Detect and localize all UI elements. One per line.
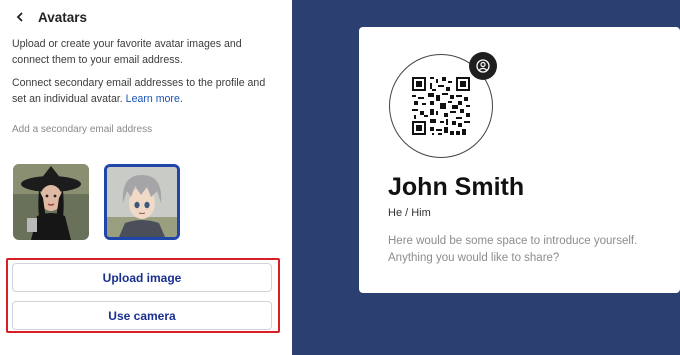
page-title: Avatars xyxy=(38,9,88,25)
learn-more-link[interactable]: Learn more. xyxy=(126,93,183,105)
avatars-panel: Avatars Upload or create your favorite a… xyxy=(0,0,292,355)
secondary-text: Connect secondary email addresses to the… xyxy=(12,76,280,107)
avatar-option-witch[interactable] xyxy=(13,164,89,240)
edit-avatar-button[interactable] xyxy=(469,52,497,80)
qr-code-icon xyxy=(412,77,470,135)
secondary-email-input[interactable]: Add a secondary email address xyxy=(12,124,152,135)
profile-card: John Smith He / Him Here would be some s… xyxy=(359,27,680,293)
upload-image-button[interactable]: Upload image xyxy=(12,263,272,292)
profile-preview-area: John Smith He / Him Here would be some s… xyxy=(292,0,680,355)
intro-text: Upload or create your favorite avatar im… xyxy=(12,38,242,66)
profile-pronouns: He / Him xyxy=(388,207,431,219)
avatar-face-icon xyxy=(476,59,490,73)
witch-avatar-image xyxy=(13,164,89,240)
back-button[interactable] xyxy=(12,9,28,25)
chevron-left-icon xyxy=(16,12,23,22)
anime-avatar-image xyxy=(107,167,177,237)
use-camera-button[interactable]: Use camera xyxy=(12,301,272,330)
panel-header: Avatars xyxy=(12,8,87,26)
profile-bio: Here would be some space to introduce yo… xyxy=(388,235,638,264)
profile-name: John Smith xyxy=(388,173,525,201)
avatar-option-anime[interactable] xyxy=(104,164,180,240)
